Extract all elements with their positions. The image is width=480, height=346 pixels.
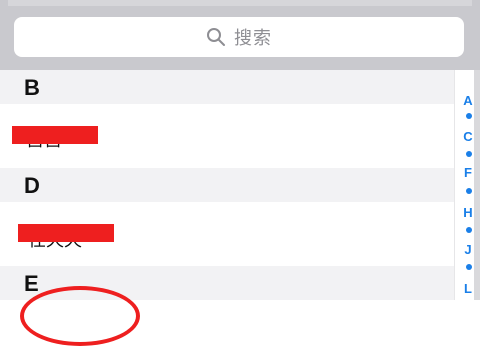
index-dot	[466, 188, 472, 194]
search-area: 搜索	[0, 0, 480, 70]
top-strip	[8, 0, 472, 6]
index-dot	[466, 113, 472, 119]
index-dot	[466, 151, 472, 157]
section-header-d: D	[0, 168, 454, 202]
search-bar[interactable]: 搜索	[14, 17, 464, 57]
search-placeholder: 搜索	[234, 28, 272, 48]
contact-list: B 宫宫 D 任天天 E	[0, 70, 454, 300]
section-header-b: B	[0, 70, 454, 104]
contact-row-b1[interactable]: 宫宫	[0, 104, 454, 168]
redaction-bar	[18, 224, 114, 242]
contact-row-d1[interactable]: 任天天	[0, 202, 454, 266]
section-letter: D	[24, 173, 40, 198]
index-dot	[466, 227, 472, 233]
section-letter: B	[24, 75, 40, 100]
search-icon	[207, 28, 225, 46]
redaction-bar	[12, 126, 98, 144]
section-letter: E	[24, 271, 39, 296]
screen-edge	[474, 70, 480, 300]
annotation-circle	[20, 286, 140, 346]
index-dot	[466, 264, 472, 270]
